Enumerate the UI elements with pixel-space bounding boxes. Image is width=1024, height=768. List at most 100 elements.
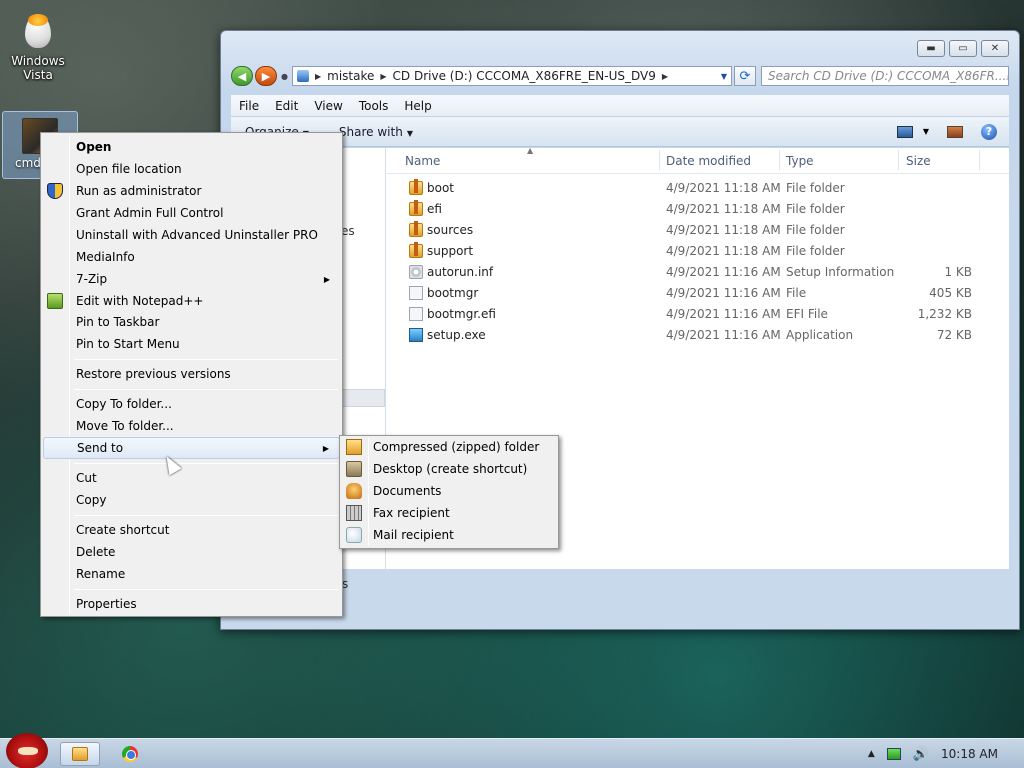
volume-icon[interactable]: 🔊 xyxy=(913,747,929,762)
breadcrumb-separator-icon[interactable]: ▶ xyxy=(380,72,386,81)
sort-ascending-icon: ▲ xyxy=(527,146,534,155)
show-hidden-icons-icon[interactable]: ▲ xyxy=(868,749,875,759)
menu-item-fax-recipient[interactable]: Fax recipient xyxy=(342,502,556,524)
menu-item-label: Create shortcut xyxy=(76,523,170,537)
breadcrumb-segment[interactable]: mistake xyxy=(327,69,374,83)
back-arrow-icon: ◀ xyxy=(237,69,247,83)
search-icon[interactable]: ⌕ xyxy=(1006,69,1008,84)
menu-item-7zip[interactable]: 7-Zip ▶ xyxy=(43,268,340,290)
change-view-button[interactable]: ▼ xyxy=(896,125,929,138)
menu-item-label: Send to xyxy=(77,441,124,455)
menu-item-rename[interactable]: Rename xyxy=(43,563,340,585)
file-name: sources xyxy=(427,223,474,237)
file-size: 405 KB xyxy=(929,286,972,300)
menu-item-mediainfo[interactable]: MediaInfo xyxy=(43,246,340,268)
column-header-size[interactable]: Size xyxy=(906,154,931,168)
menu-item-send-to[interactable]: Send to ▶ xyxy=(43,437,340,459)
menu-item-open-file-location[interactable]: Open file location xyxy=(43,158,340,180)
file-type: File folder xyxy=(786,244,845,258)
menu-item-uninstall-advanced-uninstaller[interactable]: Uninstall with Advanced Uninstaller PRO xyxy=(43,224,340,246)
help-icon[interactable]: ? xyxy=(981,123,997,140)
menu-item-label: Compressed (zipped) folder xyxy=(373,440,540,454)
menu-help[interactable]: Help xyxy=(396,99,439,113)
column-divider[interactable] xyxy=(898,150,899,170)
preview-pane-icon[interactable] xyxy=(947,125,963,138)
column-header-name[interactable]: Name xyxy=(405,154,440,168)
menu-edit[interactable]: Edit xyxy=(267,99,306,113)
send-to-submenu: Compressed (zipped) folder Desktop (crea… xyxy=(339,435,559,549)
menu-item-cut[interactable]: Cut xyxy=(43,467,340,489)
chrome-icon xyxy=(122,746,138,762)
column-divider[interactable] xyxy=(979,150,980,170)
menu-item-compressed-folder[interactable]: Compressed (zipped) folder xyxy=(342,436,556,458)
menu-item-copy-to-folder[interactable]: Copy To folder... xyxy=(43,393,340,415)
network-icon[interactable] xyxy=(886,748,901,760)
menu-item-run-as-administrator[interactable]: Run as administrator xyxy=(43,180,340,202)
file-row[interactable]: bootmgr.efi 4/9/2021 11:16 AM EFI File 1… xyxy=(387,304,1009,325)
column-header-date-modified[interactable]: Date modified xyxy=(666,154,751,168)
forward-button[interactable]: ▶ xyxy=(255,66,277,86)
file-row[interactable]: efi 4/9/2021 11:18 AM File folder xyxy=(387,199,1009,220)
view-icon xyxy=(896,125,913,138)
menu-item-pin-to-start-menu[interactable]: Pin to Start Menu xyxy=(43,333,340,355)
menu-item-label: Mail recipient xyxy=(373,528,454,542)
recent-pages-dropdown-icon[interactable]: ● xyxy=(281,72,288,81)
menu-file[interactable]: File xyxy=(231,99,267,113)
menu-item-edit-with-notepad-plus-plus[interactable]: Edit with Notepad++ xyxy=(43,290,340,312)
column-divider[interactable] xyxy=(659,150,660,170)
menu-item-grant-admin-full-control[interactable]: Grant Admin Full Control xyxy=(43,202,340,224)
menu-item-create-shortcut[interactable]: Create shortcut xyxy=(43,519,340,541)
menu-view[interactable]: View xyxy=(306,99,350,113)
file-row[interactable]: setup.exe 4/9/2021 11:16 AM Application … xyxy=(387,325,1009,346)
file-row[interactable]: support 4/9/2021 11:18 AM File folder xyxy=(387,241,1009,262)
menu-item-restore-previous-versions[interactable]: Restore previous versions xyxy=(43,363,340,385)
file-row[interactable]: bootmgr 4/9/2021 11:16 AM File 405 KB xyxy=(387,283,1009,304)
search-placeholder: Search CD Drive (D:) CCCOMA_X86FR... xyxy=(767,69,1007,83)
navigation-buttons: ◀ ▶ ● xyxy=(231,66,288,86)
minimize-button[interactable]: ▬ xyxy=(917,40,945,57)
zip-folder-icon xyxy=(346,439,362,455)
search-input[interactable]: Search CD Drive (D:) CCCOMA_X86FR... ⌕ xyxy=(760,66,1009,86)
menu-item-open[interactable]: Open xyxy=(43,136,340,158)
address-dropdown-icon[interactable]: ▼ xyxy=(721,72,727,81)
menu-item-delete[interactable]: Delete xyxy=(43,541,340,563)
back-button[interactable]: ◀ xyxy=(231,66,253,86)
column-divider[interactable] xyxy=(779,150,780,170)
taskbar-explorer-button[interactable] xyxy=(60,742,100,766)
menu-item-documents[interactable]: Documents xyxy=(342,480,556,502)
menu-item-label: Delete xyxy=(76,545,116,559)
breadcrumb-separator-icon[interactable]: ▶ xyxy=(315,72,321,81)
start-button[interactable] xyxy=(6,733,48,768)
file-row[interactable]: autorun.inf 4/9/2021 11:16 AM Setup Info… xyxy=(387,262,1009,283)
menu-tools[interactable]: Tools xyxy=(351,99,397,113)
refresh-button[interactable]: ⟳ xyxy=(733,66,756,86)
nav-pane-text-fragment: es xyxy=(341,224,355,238)
menu-item-move-to-folder[interactable]: Move To folder... xyxy=(43,415,340,437)
file-date: 4/9/2021 11:18 AM xyxy=(666,244,781,258)
file-name: efi xyxy=(427,202,442,216)
menu-item-mail-recipient[interactable]: Mail recipient xyxy=(342,524,556,546)
menu-item-desktop-shortcut[interactable]: Desktop (create shortcut) xyxy=(342,458,556,480)
maximize-button[interactable]: ▭ xyxy=(949,40,977,57)
taskbar-chrome-button[interactable] xyxy=(110,742,150,766)
file-date: 4/9/2021 11:18 AM xyxy=(666,181,781,195)
menu-item-properties[interactable]: Properties xyxy=(43,593,340,615)
file-type: File folder xyxy=(786,181,845,195)
address-bar[interactable]: ▶ mistake ▶ CD Drive (D:) CCCOMA_X86FRE_… xyxy=(291,66,732,86)
close-button[interactable]: ✕ xyxy=(981,40,1009,57)
breadcrumb-segment[interactable]: CD Drive (D:) CCCOMA_X86FRE_EN-US_DV9 xyxy=(393,69,656,83)
share-with-button[interactable]: Share with ▼ xyxy=(339,125,413,139)
file-row[interactable]: sources 4/9/2021 11:18 AM File folder xyxy=(387,220,1009,241)
menu-item-copy[interactable]: Copy xyxy=(43,489,340,511)
file-row[interactable]: boot 4/9/2021 11:18 AM File folder xyxy=(387,178,1009,199)
desktop-icon xyxy=(346,461,362,477)
menu-item-pin-to-taskbar[interactable]: Pin to Taskbar xyxy=(43,311,340,333)
window-controls: ▬ ▭ ✕ xyxy=(917,40,1009,57)
breadcrumb-separator-icon[interactable]: ▶ xyxy=(662,72,668,81)
file-type: File xyxy=(786,286,807,300)
column-header-type[interactable]: Type xyxy=(786,154,814,168)
nav-pane-selected-item[interactable] xyxy=(341,389,385,407)
clock[interactable]: 10:18 AM xyxy=(941,747,998,761)
setup-icon xyxy=(409,328,423,342)
desktop-icon-windows-vista[interactable]: Windows Vista xyxy=(3,12,73,82)
